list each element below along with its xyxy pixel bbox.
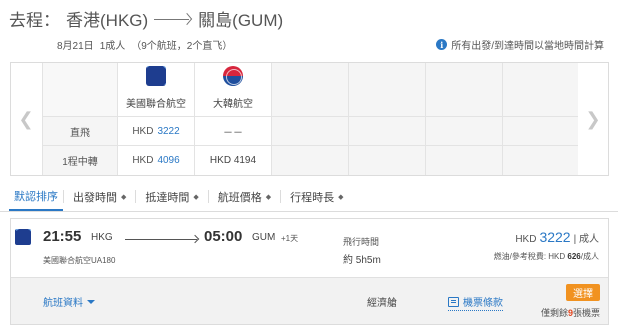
matrix-corner <box>42 63 117 117</box>
sort-default[interactable]: 默認排序 <box>9 182 63 211</box>
matrix-empty-cell <box>271 117 348 146</box>
tax-value: 626 <box>567 252 581 261</box>
duration-value: 約 5h5m <box>343 255 381 266</box>
chevron-left-icon: ❮ <box>18 108 34 129</box>
matrix-empty-cell <box>425 117 502 146</box>
origin-city: 香港(HKG) <box>66 11 149 30</box>
sort-diamond-icon: ◆ <box>338 193 344 201</box>
matrix-empty-cell <box>502 117 578 146</box>
sort-label: 出發時間 <box>73 191 117 204</box>
matrix-empty-cell <box>348 117 425 146</box>
sort-label: 默認排序 <box>14 190 58 203</box>
fare-rules-label: 機票條款 <box>463 298 503 309</box>
search-summary: 8月21日 1成人 （9个航班，2个直飞） <box>57 37 232 52</box>
trip-label: 去程： <box>9 11 60 30</box>
sort-label: 行程時長 <box>290 191 335 204</box>
matrix-empty-cell <box>502 63 578 117</box>
united-airlines-logo <box>15 229 31 245</box>
route-title: 去程： 香港(HKG) 關島(GUM) <box>9 6 283 31</box>
airline-price-matrix: ❮ 美國聯合航空 大韓航空 直飛 HKD 3222 －－ 1程中轉 HKD 40… <box>10 62 609 176</box>
sort-duration[interactable]: 行程時長 ◆ <box>281 182 352 211</box>
departure-time: 21:55 <box>43 228 82 245</box>
document-icon <box>448 296 459 307</box>
sort-diamond-icon: ◆ <box>193 193 199 201</box>
travel-date: 8月21日 <box>57 41 94 52</box>
local-time-note: i 所有出發/到達時間以當地時間計算 <box>436 37 604 52</box>
currency-label: HKD <box>132 125 154 137</box>
row-label-direct: 直飛 <box>42 117 117 146</box>
airline-column-korean-air[interactable]: 大韓航空 <box>194 63 271 117</box>
matrix-empty-cell <box>502 146 578 175</box>
matrix-next-button[interactable]: ❯ <box>578 63 608 175</box>
matrix-prev-button[interactable]: ❮ <box>11 63 41 175</box>
flight-details-toggle[interactable]: 航班資料 <box>43 294 95 309</box>
price-korean-direct: －－ <box>194 117 271 146</box>
currency-label: HKD <box>515 234 537 245</box>
seats-prefix: 僅剩餘 <box>540 308 568 318</box>
price-united-one-stop[interactable]: HKD 4096 <box>117 146 194 175</box>
airline-name: 美國聯合航空 <box>126 99 186 110</box>
price-korean-one-stop[interactable]: HKD 4194 <box>194 146 271 175</box>
route-arrow-icon <box>154 14 192 24</box>
fare-price: HKD 3222 | 成人 <box>515 229 599 245</box>
sort-diamond-icon: ◆ <box>265 193 272 201</box>
passenger-count: 1成人 <box>99 41 126 52</box>
tax-unit: /成人 <box>580 252 599 261</box>
price-value: 4096 <box>157 155 180 166</box>
row-label-one-stop: 1程中轉 <box>42 146 117 175</box>
cabin-class: 經濟艙 <box>367 298 397 309</box>
price-unit: | 成人 <box>573 234 599 245</box>
currency-label: HKD <box>132 155 154 166</box>
matrix-empty-cell <box>425 146 502 175</box>
flight-result-card: 21:55 HKG 05:00 GUM +1天 美國聯合航空UA180 飛行時間… <box>10 218 609 325</box>
tax-label: 燃油/參考稅費: HKD <box>493 252 566 261</box>
united-airlines-logo <box>146 66 166 86</box>
departure-airport: HKG <box>91 232 113 243</box>
matrix-empty-cell <box>271 63 348 117</box>
airline-column-united[interactable]: 美國聯合航空 <box>117 63 194 117</box>
flight-count-summary: （9个航班，2个直飞） <box>131 41 233 52</box>
matrix-empty-cell <box>271 146 348 175</box>
sort-arrival-time[interactable]: 抵達時間 ◆ <box>136 182 207 211</box>
next-day-badge: +1天 <box>281 234 299 243</box>
destination-city: 關島(GUM) <box>198 11 284 30</box>
seats-suffix: 張機票 <box>572 308 600 318</box>
sort-label: 抵達時間 <box>145 191 190 204</box>
price-value: 3222 <box>539 229 571 245</box>
flight-card-footer: 航班資料 經濟艙 機票條款 選擇 僅剩餘9張機票 <box>11 277 608 324</box>
sort-departure-time[interactable]: 出發時間 ◆ <box>64 182 135 211</box>
matrix-empty-cell <box>425 63 502 117</box>
info-icon: i <box>436 39 448 50</box>
matrix-empty-cell <box>348 63 425 117</box>
arrival-time: 05:00 <box>204 228 243 245</box>
airline-name: 大韓航空 <box>213 99 253 110</box>
fare-rules-link[interactable]: 機票條款 <box>448 294 503 311</box>
matrix-grid: 美國聯合航空 大韓航空 直飛 HKD 3222 －－ 1程中轉 HKD 4096… <box>42 63 578 175</box>
price-value: 3222 <box>157 125 180 137</box>
tax-info: 燃油/參考稅費: HKD 626/成人 <box>494 251 599 262</box>
caret-down-icon <box>87 299 95 304</box>
sort-label: 航班價格 <box>217 191 262 204</box>
select-button[interactable]: 選擇 <box>566 284 600 301</box>
matrix-empty-cell <box>348 146 425 175</box>
seats-remaining: 僅剩餘9張機票 <box>541 306 600 319</box>
duration-label: 飛行時間 <box>343 237 380 247</box>
chevron-right-icon: ❯ <box>585 108 601 129</box>
korean-air-logo <box>223 66 243 86</box>
arrival-airport: GUM <box>252 232 276 243</box>
sort-price[interactable]: 航班價格 ◆ <box>209 182 280 211</box>
flight-summary[interactable]: 21:55 HKG 05:00 GUM +1天 美國聯合航空UA180 飛行時間… <box>11 219 608 275</box>
price-united-direct[interactable]: HKD 3222 <box>117 117 194 146</box>
sort-diamond-icon: ◆ <box>121 193 127 201</box>
airline-flight-number: 美國聯合航空UA180 <box>43 256 116 265</box>
local-time-note-text: 所有出發/到達時間以當地時間計算 <box>451 41 604 52</box>
sort-bar: 默認排序 出發時間 ◆ 抵達時間 ◆ 航班價格 ◆ 行程時長 ◆ <box>0 182 618 212</box>
flight-details-label: 航班資料 <box>43 298 83 309</box>
flight-arrow-icon <box>125 236 199 244</box>
